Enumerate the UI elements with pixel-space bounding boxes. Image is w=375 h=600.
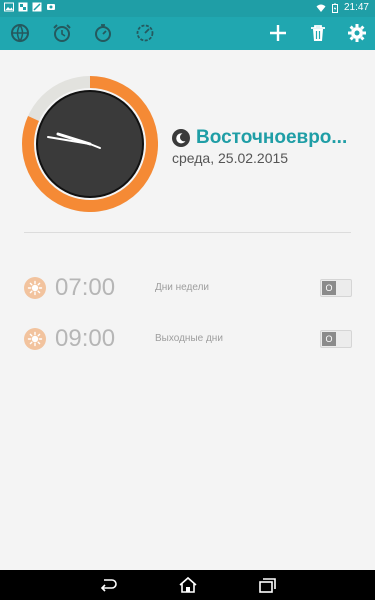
status-bar: 21:47 bbox=[0, 0, 375, 17]
stopwatch-icon[interactable] bbox=[92, 22, 114, 44]
alarm-repeat-label: Выходные дни bbox=[155, 333, 223, 344]
analog-clock bbox=[22, 76, 159, 212]
alarm-repeat-label: Дни недели bbox=[155, 282, 210, 293]
timer-icon[interactable] bbox=[134, 22, 156, 44]
current-date: среда, 25.02.2015 bbox=[172, 150, 289, 166]
notification-icon bbox=[47, 4, 55, 10]
home-icon[interactable] bbox=[177, 575, 199, 595]
timezone-name: Восточноевро... bbox=[196, 127, 348, 148]
status-time: 21:47 bbox=[343, 2, 369, 13]
divider bbox=[24, 232, 351, 233]
alarm-item[interactable]: 07:00 Дни недели O bbox=[0, 270, 375, 306]
recent-apps-icon[interactable] bbox=[256, 575, 278, 595]
alarm-time: 09:00 bbox=[55, 325, 116, 352]
toggle-knob: O bbox=[322, 281, 336, 295]
alarm-time: 07:00 bbox=[55, 274, 116, 301]
timezone-row[interactable]: Восточноевро... bbox=[172, 126, 372, 150]
alarm-toggle[interactable]: O bbox=[320, 330, 352, 348]
back-icon[interactable] bbox=[97, 575, 119, 595]
sun-icon bbox=[24, 328, 46, 350]
toggle-knob: O bbox=[322, 332, 336, 346]
globe-icon[interactable] bbox=[9, 22, 31, 44]
battery-charging-icon bbox=[331, 3, 338, 13]
navigation-bar bbox=[0, 570, 375, 600]
gear-icon[interactable] bbox=[346, 22, 368, 44]
alarm-item[interactable]: 09:00 Выходные дни O bbox=[0, 321, 375, 357]
analog-clock-face bbox=[22, 76, 159, 212]
moon-icon bbox=[172, 129, 190, 147]
status-left-icons bbox=[4, 2, 56, 12]
alarm-toggle[interactable]: O bbox=[320, 279, 352, 297]
recent-icon bbox=[32, 2, 42, 12]
wifi-icon bbox=[316, 4, 326, 12]
image-icon bbox=[4, 2, 14, 12]
screen: 21:47 Восточноевро... среда, 25.02.2015 … bbox=[0, 0, 375, 600]
status-right-icons: 21:47 bbox=[316, 2, 369, 14]
main-content: Восточноевро... среда, 25.02.2015 07:00 … bbox=[0, 50, 375, 570]
trash-icon[interactable] bbox=[307, 22, 329, 44]
alarm-clock-icon[interactable] bbox=[51, 22, 73, 44]
app-toolbar bbox=[0, 17, 375, 50]
plus-icon[interactable] bbox=[267, 22, 289, 44]
photo-icon bbox=[18, 2, 28, 12]
sun-icon bbox=[24, 277, 46, 299]
